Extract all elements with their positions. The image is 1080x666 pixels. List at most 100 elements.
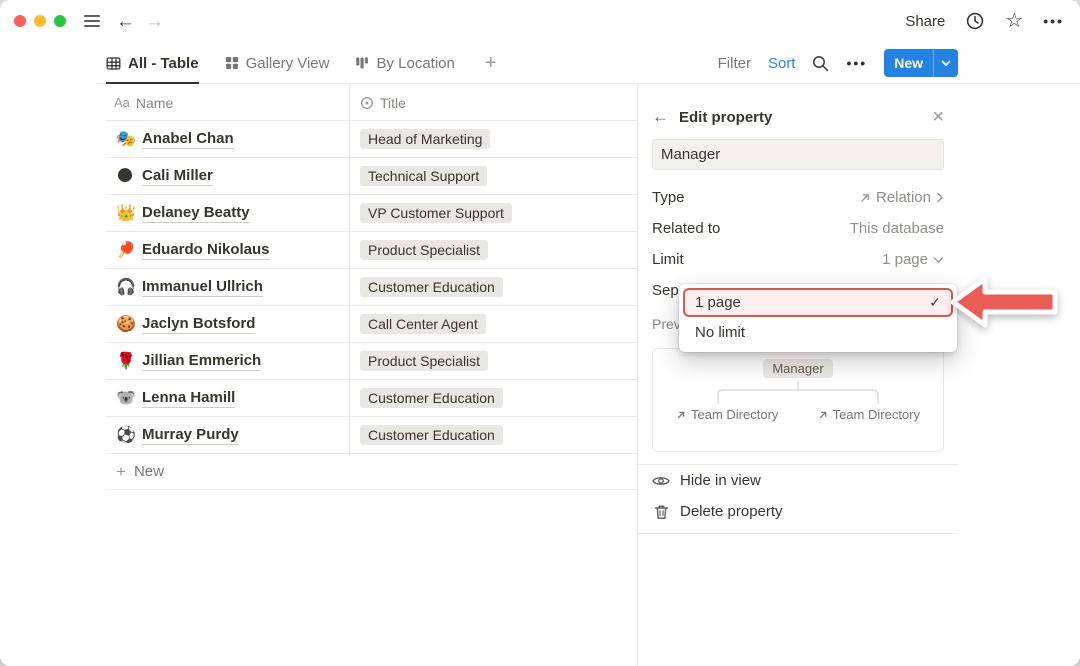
more-options-icon[interactable]: ••• [1043,13,1064,29]
person-name[interactable]: Delaney Beatty [142,204,250,223]
gallery-view-icon [225,56,239,70]
table-row[interactable]: 🌑 Cali Miller Technical Support [106,158,637,195]
person-name[interactable]: Anabel Chan [142,130,234,149]
option-no-limit[interactable]: No limit [683,317,953,348]
title-cell[interactable]: Customer Education [350,277,637,297]
name-cell[interactable]: 🌹 Jillian Emmerich [106,343,350,379]
view-tabbar: All - Table Gallery View By Location [0,42,1080,84]
preview-item-label: Team Directory [691,407,778,422]
person-name[interactable]: Eduardo Nikolaus [142,241,270,260]
updates-clock-icon[interactable] [965,11,985,31]
new-button-chevron-down-icon[interactable] [934,49,958,77]
table-row[interactable]: 🌹 Jillian Emmerich Product Specialist [106,343,637,380]
table-view-icon [106,56,121,71]
field-value-related-to: This database [850,220,944,237]
column-header-title[interactable]: Title [350,85,637,120]
chevron-right-icon [936,192,944,203]
field-label: Type [652,189,685,206]
table-row[interactable]: 🎧 Immanuel Ullrich Customer Education [106,269,637,306]
divider [638,533,958,534]
tab-by-location[interactable]: By Location [355,42,454,84]
person-name[interactable]: Jillian Emmerich [142,352,261,371]
title-cell[interactable]: Product Specialist [350,351,637,371]
tab-all-table[interactable]: All - Table [106,42,199,84]
view-tabs: All - Table Gallery View By Location [106,42,497,84]
board-view-icon [355,56,369,70]
preview-item-label: Team Directory [833,407,920,422]
new-row-button[interactable]: + New [106,454,637,490]
table-row[interactable]: 🍪 Jaclyn Botsford Call Center Agent [106,306,637,343]
column-header-name[interactable]: Aa Name [106,85,350,120]
sort-button[interactable]: Sort [768,55,796,72]
limit-dropdown-menu: 1 page ✓ No limit [679,284,957,352]
name-cell[interactable]: 🎧 Immanuel Ullrich [106,269,350,305]
table-row[interactable]: ⚽ Murray Purdy Customer Education [106,417,637,454]
minimize-window-button[interactable] [34,15,46,27]
person-name[interactable]: Jaclyn Botsford [142,315,255,334]
title-cell[interactable]: Customer Education [350,388,637,408]
check-icon: ✓ [929,294,941,311]
person-name[interactable]: Cali Miller [142,167,213,186]
table-row[interactable]: 👑 Delaney Beatty VP Customer Support [106,195,637,232]
title-cell[interactable]: Technical Support [350,166,637,186]
field-value-limit[interactable]: 1 page [882,251,944,268]
name-cell[interactable]: 🌑 Cali Miller [106,158,350,194]
add-view-button[interactable]: + [485,52,497,75]
panel-back-icon[interactable]: ← [652,107,669,127]
field-value-text: Relation [876,189,931,206]
table-header: Aa Name Title [106,85,637,121]
favorite-star-icon[interactable]: ☆ [1005,11,1023,31]
name-cell[interactable]: 🐨 Lenna Hamill [106,380,350,416]
titlebar-actions: Share ☆ ••• [905,11,1064,31]
title-tag: Call Center Agent [360,314,486,334]
title-cell[interactable]: Product Specialist [350,240,637,260]
relation-arrow-icon [859,192,871,204]
row-emoji-icon: 🎭 [116,129,134,149]
row-emoji-icon: 👑 [116,203,134,223]
view-more-options-icon[interactable]: ••• [846,55,867,71]
person-name[interactable]: Lenna Hamill [142,389,235,408]
search-icon[interactable] [812,55,829,72]
sidebar-toggle-icon[interactable] [84,15,100,27]
field-label: Limit [652,251,684,268]
field-related-to[interactable]: Related to This database [652,213,944,244]
field-limit[interactable]: Limit 1 page [652,244,944,275]
share-button[interactable]: Share [905,13,945,30]
name-cell[interactable]: 🍪 Jaclyn Botsford [106,306,350,342]
field-value-type[interactable]: Relation [859,189,944,206]
property-name-input[interactable] [652,139,944,170]
preview-item: Team Directory [676,407,778,422]
name-cell[interactable]: 👑 Delaney Beatty [106,195,350,231]
hide-in-view-button[interactable]: Hide in view [652,465,944,496]
table-row[interactable]: 🏓 Eduardo Nikolaus Product Specialist [106,232,637,269]
title-tag: Customer Education [360,388,503,408]
plus-icon: + [116,462,126,482]
zoom-window-button[interactable] [54,15,66,27]
title-cell[interactable]: Call Center Agent [350,314,637,334]
forward-icon[interactable]: → [145,12,164,31]
option-1-page[interactable]: 1 page ✓ [683,288,953,317]
person-name[interactable]: Immanuel Ullrich [142,278,263,297]
title-cell[interactable]: Customer Education [350,425,637,445]
filter-button[interactable]: Filter [718,55,751,72]
table-row[interactable]: 🐨 Lenna Hamill Customer Education [106,380,637,417]
trash-icon [652,504,670,520]
title-cell[interactable]: Head of Marketing [350,129,637,149]
new-button-label[interactable]: New [884,49,933,77]
table-row[interactable]: 🎭 Anabel Chan Head of Marketing [106,121,637,158]
field-type[interactable]: Type Relation [652,182,944,213]
tab-gallery-view[interactable]: Gallery View [225,42,330,84]
name-cell[interactable]: 🏓 Eduardo Nikolaus [106,232,350,268]
back-icon[interactable]: ← [116,12,135,31]
title-cell[interactable]: VP Customer Support [350,203,637,223]
tab-label: All - Table [128,55,199,72]
new-button[interactable]: New [884,49,958,77]
delete-property-button[interactable]: Delete property [652,496,944,527]
title-tag: Product Specialist [360,240,488,260]
name-cell[interactable]: 🎭 Anabel Chan [106,121,350,157]
name-cell[interactable]: ⚽ Murray Purdy [106,417,350,453]
close-window-button[interactable] [14,15,26,27]
person-name[interactable]: Murray Purdy [142,426,239,445]
option-label: No limit [695,324,745,341]
panel-close-icon[interactable]: × [932,107,944,127]
